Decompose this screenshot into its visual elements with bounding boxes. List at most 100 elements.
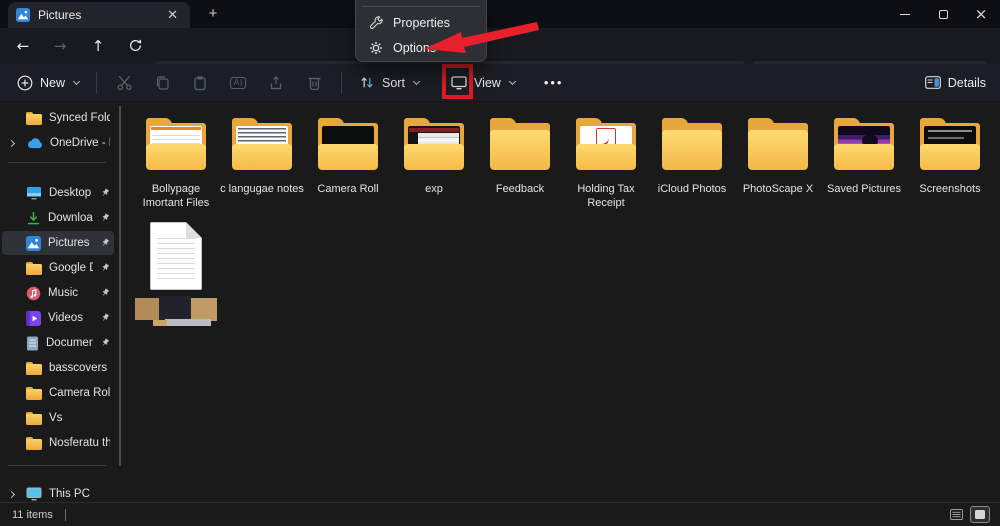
sidebar-item-label: Vs: [49, 412, 110, 424]
desktop-icon: [26, 186, 42, 200]
sidebar-scrollbar[interactable]: [119, 106, 121, 466]
folder-tile-holding-tax-receipt[interactable]: Holding Tax Receipt: [563, 112, 649, 211]
folder-tile-feedback[interactable]: Feedback: [477, 112, 563, 211]
up-button[interactable]: ↑: [85, 34, 111, 58]
share-button[interactable]: [257, 75, 295, 91]
tab-close-icon[interactable]: ✕: [163, 7, 182, 23]
sidebar-item-google-drive[interactable]: Google Drive: [2, 256, 114, 280]
sidebar-item-label: Desktop: [49, 187, 93, 199]
folder-icon: [231, 118, 293, 170]
folder-icon: [26, 112, 42, 125]
folder-name: Screenshots: [919, 182, 980, 196]
status-divider: [65, 509, 66, 521]
folder-icon: [747, 118, 809, 170]
status-bar: 11 items: [0, 502, 1000, 526]
cut-button[interactable]: [105, 74, 143, 91]
sidebar-item-vs[interactable]: Vs: [2, 406, 114, 430]
sidebar-item-pictures[interactable]: Pictures: [2, 231, 114, 255]
folder-tile-c-language-notes[interactable]: c langugae notes: [219, 112, 305, 211]
copy-button[interactable]: [143, 75, 181, 91]
folder-icon: [26, 412, 42, 425]
details-view-button[interactable]: [946, 506, 966, 523]
item-count: 11 items: [12, 509, 53, 521]
details-pane-icon: [925, 76, 941, 89]
folder-name: Feedback: [496, 182, 544, 196]
close-button[interactable]: ×: [962, 0, 1000, 28]
sidebar-item-nosferatu[interactable]: Nosferatu the Va: [2, 431, 114, 455]
folder-tile-bollypage[interactable]: Bollypage Imortant Files: [133, 112, 219, 211]
gear-icon: [369, 41, 383, 55]
new-button[interactable]: New: [8, 68, 88, 98]
paste-button[interactable]: [181, 75, 219, 91]
sidebar-item-label: Camera Roll: [49, 387, 110, 399]
folder-icon: [145, 118, 207, 170]
pin-icon: [100, 188, 110, 198]
maximize-button[interactable]: [924, 0, 962, 28]
sort-button[interactable]: Sort: [350, 68, 428, 98]
thumbnail-view-icon: [974, 509, 986, 520]
pin-icon: [100, 263, 110, 273]
folder-icon: [26, 387, 42, 400]
folder-tile-camera-roll[interactable]: Camera Roll: [305, 112, 391, 211]
annotation-highlight-box: [442, 64, 473, 99]
thumbnail-view-button[interactable]: [970, 506, 990, 523]
trash-icon: [307, 75, 322, 91]
minimize-icon: [900, 14, 910, 15]
rename-button[interactable]: A|: [219, 77, 257, 89]
share-icon: [268, 75, 284, 91]
sidebar-item-music[interactable]: Music: [2, 281, 114, 305]
sidebar-item-label: Pictures: [48, 237, 93, 249]
navigation-pane: Synced Folders OneDrive - Perso Desktop …: [0, 102, 122, 502]
tab-pictures[interactable]: Pictures ✕: [8, 2, 190, 28]
sidebar-item-desktop[interactable]: Desktop: [2, 181, 114, 205]
folder-name: Saved Pictures: [827, 182, 901, 196]
sidebar-item-label: OneDrive - Perso: [50, 137, 110, 149]
folder-tile-exp[interactable]: exp: [391, 112, 477, 211]
sidebar-item-label: Google Drive: [49, 262, 93, 274]
refresh-button[interactable]: [122, 34, 148, 58]
new-button-label: New: [40, 76, 65, 90]
folder-name: PhotoScape X: [743, 182, 813, 196]
sidebar-item-downloads[interactable]: Downloads: [2, 206, 114, 230]
videos-icon: [26, 311, 41, 326]
sidebar-item-videos[interactable]: Videos: [2, 306, 114, 330]
see-more-button[interactable]: •••: [534, 75, 574, 90]
folder-name: iCloud Photos: [658, 182, 727, 196]
folder-tile-photoscape-x[interactable]: PhotoScape X: [735, 112, 821, 211]
sidebar-item-basscovers[interactable]: basscovers: [2, 356, 114, 380]
folder-tile-screenshots[interactable]: Screenshots: [907, 112, 993, 211]
new-tab-button[interactable]: +: [202, 4, 224, 24]
delete-button[interactable]: [295, 75, 333, 91]
sidebar-item-camera-roll[interactable]: Camera Roll: [2, 381, 114, 405]
folder-tile-icloud-photos[interactable]: iCloud Photos: [649, 112, 735, 211]
pictures-icon: [16, 8, 30, 22]
view-button-label: View: [474, 76, 501, 90]
back-button[interactable]: ←: [10, 34, 36, 58]
sidebar-item-onedrive[interactable]: OneDrive - Perso: [2, 131, 114, 155]
pictures-icon: [26, 236, 41, 251]
rename-icon: A|: [230, 77, 246, 89]
new-plus-icon: [17, 75, 33, 91]
file-tile-document[interactable]: [133, 222, 219, 326]
command-toolbar: New A|: [0, 64, 1000, 102]
folder-icon: [26, 262, 42, 275]
sidebar-item-label: Videos: [48, 312, 93, 324]
refresh-icon: [128, 38, 143, 53]
folder-icon: [919, 118, 981, 170]
folder-name: Bollypage Imortant Files: [134, 182, 218, 211]
folder-icon: [26, 437, 42, 450]
details-pane-button[interactable]: Details: [925, 76, 986, 90]
onedrive-icon: [26, 138, 43, 149]
maximize-icon: [939, 10, 948, 19]
minimize-button[interactable]: [886, 0, 924, 28]
sidebar-divider: [8, 465, 106, 466]
folder-tile-saved-pictures[interactable]: Saved Pictures: [821, 112, 907, 211]
forward-button[interactable]: →: [47, 34, 73, 58]
sidebar-item-label: Synced Folders: [49, 112, 110, 124]
pin-icon: [100, 213, 110, 223]
folder-name: c langugae notes: [220, 182, 304, 196]
sidebar-item-synced-folders[interactable]: Synced Folders: [2, 106, 114, 130]
documents-icon: [26, 336, 39, 351]
sort-button-label: Sort: [382, 76, 405, 90]
sidebar-item-documents[interactable]: Documents: [2, 331, 114, 355]
